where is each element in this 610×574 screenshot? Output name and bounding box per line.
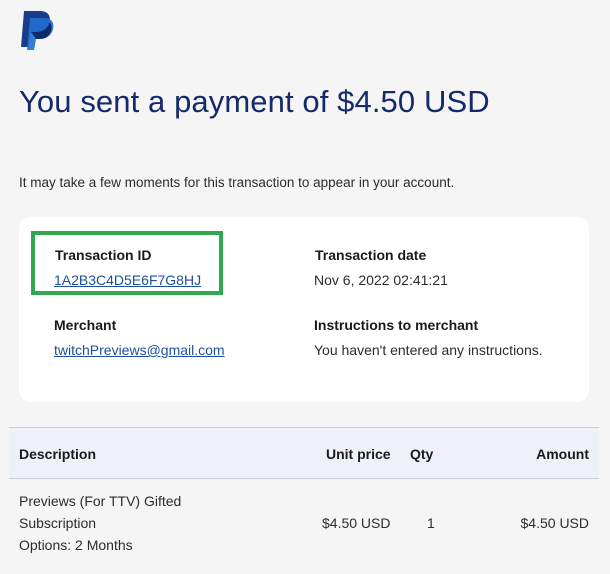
header-description: Description [19, 446, 97, 462]
transaction-date-value: Nov 6, 2022 02:41:21 [314, 272, 448, 288]
item-unit-price: $4.50 USD [322, 515, 391, 531]
header-amount: Amount [536, 446, 589, 462]
paypal-logo-icon [21, 11, 54, 50]
item-amount: $4.50 USD [520, 515, 589, 531]
instructions-label: Instructions to merchant [314, 317, 479, 333]
transaction-details-card: Transaction ID 1A2B3C4D5E6F7G8HJ Transac… [19, 217, 589, 402]
processing-note: It may take a few moments for this trans… [19, 175, 455, 190]
transaction-id-link[interactable]: 1A2B3C4D5E6F7G8HJ [54, 272, 201, 288]
merchant-email-link[interactable]: twitchPreviews@gmail.com [54, 342, 225, 358]
table-header-row: Description Unit price Qty Amount [9, 427, 599, 479]
header-unit-price: Unit price [326, 446, 391, 462]
transaction-date-label: Transaction date [315, 247, 427, 263]
item-description-line-2: Subscription [19, 515, 97, 531]
merchant-label: Merchant [54, 317, 117, 333]
item-options: Options: 2 Months [19, 537, 133, 553]
item-qty: 1 [427, 515, 435, 531]
purchase-table: Description Unit price Qty Amount Previe… [9, 427, 599, 574]
transaction-id-label: Transaction ID [55, 247, 152, 263]
header-qty: Qty [410, 446, 434, 462]
page-title: You sent a payment of $4.50 USD [19, 84, 490, 119]
item-description-line-1: Previews (For TTV) Gifted [19, 493, 182, 509]
instructions-value: You haven't entered any instructions. [314, 342, 543, 358]
